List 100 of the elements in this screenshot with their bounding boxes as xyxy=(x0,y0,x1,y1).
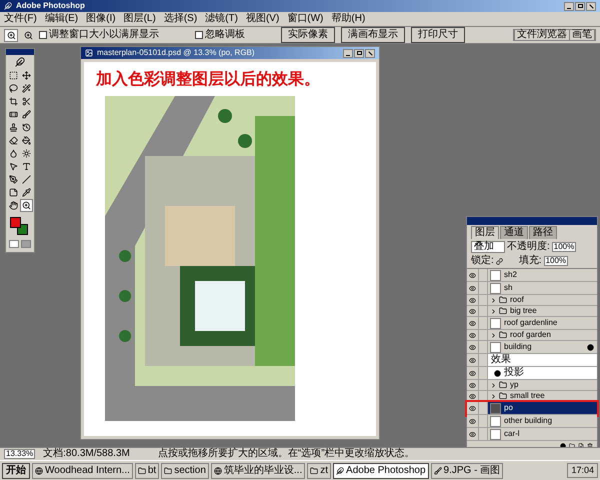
new-adjustment-icon[interactable] xyxy=(560,442,566,447)
visibility-eye-icon[interactable] xyxy=(469,296,476,304)
visibility-eye-icon[interactable] xyxy=(469,418,476,424)
menu-item[interactable]: 帮助(H) xyxy=(331,14,366,24)
menu-item[interactable]: 图像(I) xyxy=(86,14,116,24)
blend-mode-select[interactable]: 叠加 xyxy=(471,240,505,252)
tool-button[interactable] xyxy=(7,69,20,82)
visibility-eye-icon[interactable] xyxy=(469,308,476,314)
tool-button[interactable] xyxy=(7,121,20,134)
menu-item[interactable]: 滤镜(T) xyxy=(205,14,238,24)
option-button[interactable]: 满画布显示 xyxy=(341,27,405,43)
layer-row[interactable]: sh2 xyxy=(467,269,597,282)
tool-button[interactable] xyxy=(20,186,33,199)
layer-row[interactable]: po xyxy=(467,402,597,415)
start-button[interactable]: 开始 xyxy=(2,462,30,478)
layer-row[interactable]: building xyxy=(467,341,597,354)
fill-field[interactable]: 100% xyxy=(544,256,568,266)
lasso-icon xyxy=(9,84,18,93)
option-button[interactable]: 打印尺寸 xyxy=(411,27,465,43)
visibility-eye-icon[interactable] xyxy=(469,370,476,376)
maximize-button[interactable] xyxy=(575,2,585,10)
standard-mode-button[interactable] xyxy=(9,240,19,248)
taskbar-button[interactable]: 筑毕业的毕业设... xyxy=(210,462,306,478)
move-arrows-icon xyxy=(22,71,31,80)
tool-button[interactable] xyxy=(20,134,33,147)
panel-tab[interactable]: 图层 xyxy=(471,226,499,239)
taskbar-button[interactable]: zt xyxy=(307,462,332,478)
tool-button[interactable] xyxy=(7,199,20,212)
pointer-icon xyxy=(9,162,18,171)
layer-row[interactable]: 投影 xyxy=(467,367,597,380)
taskbar-button[interactable]: 9.JPG - 画图 xyxy=(430,462,504,478)
layer-row[interactable]: yp xyxy=(467,380,597,391)
tool-button[interactable] xyxy=(7,160,20,173)
tool-button[interactable] xyxy=(20,121,33,134)
lock-icon[interactable] xyxy=(496,258,503,264)
trash-icon[interactable] xyxy=(587,442,593,447)
layer-row[interactable]: 效果 xyxy=(467,354,597,367)
layer-row[interactable]: roof xyxy=(467,295,597,306)
minimize-button[interactable] xyxy=(343,48,353,58)
tool-button[interactable] xyxy=(7,173,20,186)
layer-row[interactable]: other building xyxy=(467,415,597,428)
panel-tab[interactable]: 通道 xyxy=(500,226,528,239)
layer-row[interactable]: sh xyxy=(467,282,597,295)
visibility-eye-icon[interactable] xyxy=(469,284,476,292)
zoom-level-field[interactable]: 13.33% xyxy=(4,449,36,459)
close-button[interactable] xyxy=(365,48,375,58)
taskbar-button[interactable]: Adobe Photoshop xyxy=(333,462,429,478)
visibility-eye-icon[interactable] xyxy=(469,382,476,388)
tool-button[interactable] xyxy=(20,82,33,95)
menu-item[interactable]: 编辑(E) xyxy=(44,14,78,24)
option-button[interactable]: 实际像素 xyxy=(281,27,335,43)
foreground-color-swatch[interactable] xyxy=(10,217,21,228)
visibility-eye-icon[interactable] xyxy=(469,344,476,350)
tool-button[interactable] xyxy=(20,147,33,160)
visibility-eye-icon[interactable] xyxy=(469,404,476,412)
close-button[interactable] xyxy=(586,2,596,10)
menu-item[interactable]: 视图(V) xyxy=(246,14,280,24)
menu-item[interactable]: 文件(F) xyxy=(4,14,37,24)
tool-button[interactable] xyxy=(7,134,20,147)
new-group-icon[interactable] xyxy=(569,442,575,447)
zoom-tool-button[interactable] xyxy=(4,28,18,42)
new-layer-icon[interactable] xyxy=(578,442,584,447)
palette-well-tab[interactable]: 文件浏览器 xyxy=(515,30,569,40)
visibility-eye-icon[interactable] xyxy=(469,430,476,438)
layer-row[interactable]: roof gardenline xyxy=(467,317,597,330)
layer-row[interactable]: car-l xyxy=(467,428,597,441)
menu-item[interactable]: 图层(L) xyxy=(124,14,156,24)
menu-item[interactable]: 窗口(W) xyxy=(287,14,324,24)
tool-button[interactable] xyxy=(20,108,33,121)
opacity-field[interactable]: 100% xyxy=(552,242,576,252)
zoom-in-icon[interactable] xyxy=(24,30,33,40)
visibility-eye-icon[interactable] xyxy=(469,272,476,278)
palette-well-tab[interactable]: 画笔 xyxy=(570,30,594,40)
tool-button[interactable] xyxy=(7,82,20,95)
checkbox[interactable] xyxy=(195,31,203,39)
status-hint: 点按或拖移所要扩大的区域。在“选项”栏中更改缩放状态。 xyxy=(158,449,415,459)
tool-button[interactable] xyxy=(20,69,33,82)
taskbar-button[interactable]: section xyxy=(161,462,209,478)
tool-button[interactable] xyxy=(20,173,33,186)
visibility-eye-icon[interactable] xyxy=(469,332,476,338)
layer-row[interactable]: big tree xyxy=(467,306,597,317)
menu-item[interactable]: 选择(S) xyxy=(164,14,198,24)
layer-row[interactable]: roof garden xyxy=(467,330,597,341)
tool-button[interactable] xyxy=(20,95,33,108)
visibility-eye-icon[interactable] xyxy=(469,320,476,326)
eyedropper-icon xyxy=(22,188,31,197)
taskbar-button[interactable]: Woodhead Intern... xyxy=(32,462,133,478)
panel-tab[interactable]: 路径 xyxy=(529,226,557,239)
tool-button[interactable] xyxy=(20,199,33,212)
maximize-button[interactable] xyxy=(354,48,364,58)
document-size: 文档:80.3M/588.3M xyxy=(43,449,130,459)
taskbar-button[interactable]: bt xyxy=(134,462,160,478)
visibility-eye-icon[interactable] xyxy=(469,356,476,364)
minimize-button[interactable] xyxy=(564,2,574,10)
visibility-eye-icon[interactable] xyxy=(469,392,476,400)
tool-button[interactable] xyxy=(7,95,20,108)
checkbox[interactable] xyxy=(39,31,47,39)
tool-button[interactable] xyxy=(7,186,20,199)
bandage-icon xyxy=(9,110,18,119)
tool-button[interactable] xyxy=(20,160,33,173)
